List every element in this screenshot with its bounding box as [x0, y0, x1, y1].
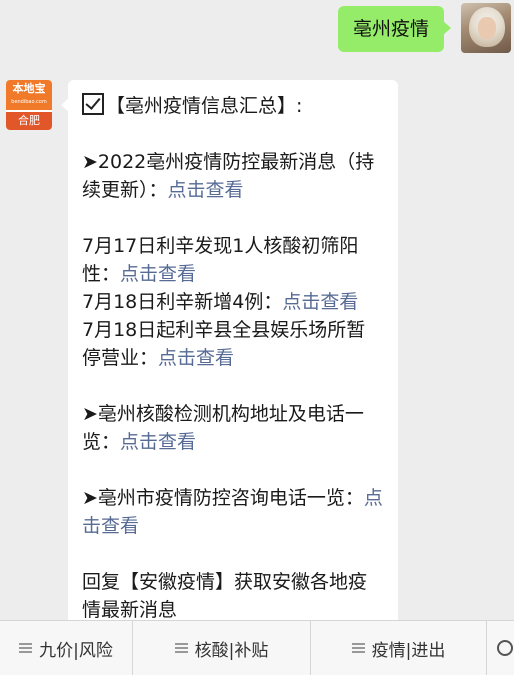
check-box-icon: [82, 93, 104, 115]
list-item: ➤亳州市疫情防控咨询电话一览：点击查看: [82, 487, 383, 537]
view-link[interactable]: 点击查看: [120, 263, 196, 285]
menu-item-epidemic-travel[interactable]: 疫情|进出: [311, 621, 487, 675]
news-item: 7月17日利辛发现1人核酸初筛阳性：点击查看: [82, 235, 359, 285]
outgoing-message[interactable]: 亳州疫情: [337, 6, 452, 52]
list-item: ➤2022亳州疫情防控最新消息（持续更新）：点击查看: [82, 151, 375, 201]
news-item: 7月18日起利辛县全县娱乐场所暂停营业：点击查看: [82, 319, 366, 369]
menu-lines-icon: [19, 643, 33, 653]
news-item: 7月18日利辛新增4例：点击查看: [82, 291, 359, 313]
bot-brand-logo: 本地宝 bendibao.com: [6, 80, 52, 110]
bot-city-label: 合肥: [6, 112, 52, 130]
menu-lines-icon: [351, 643, 365, 653]
view-link[interactable]: 点击查看: [158, 347, 234, 369]
list-item: ➤亳州核酸检测机构地址及电话一览：点击查看: [82, 403, 364, 453]
view-link[interactable]: 点击查看: [120, 431, 196, 453]
card-footer: 回复【安徽疫情】获取安徽各地疫情最新消息: [82, 571, 368, 620]
card-header: 【亳州疫情信息汇总】:: [82, 92, 384, 120]
chat-area: 亳州疫情 本地宝 bendibao.com 合肥 【亳州疫情信息汇总】: ➤20…: [0, 0, 514, 620]
bottom-menu-bar: 九价|风险 核酸|补贴 疫情|进出: [0, 620, 514, 675]
keyboard-toggle-button[interactable]: [487, 621, 514, 675]
view-link[interactable]: 点击查看: [282, 291, 358, 313]
outgoing-message-text: 亳州疫情: [352, 18, 429, 40]
keyboard-toggle-icon: [497, 640, 513, 656]
menu-item-vaccine-risk[interactable]: 九价|风险: [0, 621, 133, 675]
incoming-message-card: 【亳州疫情信息汇总】: ➤2022亳州疫情防控最新消息（持续更新）：点击查看 7…: [61, 80, 398, 620]
view-link[interactable]: 点击查看: [168, 179, 244, 201]
user-avatar[interactable]: [461, 3, 511, 53]
menu-item-nucleic-subsidy[interactable]: 核酸|补贴: [133, 621, 311, 675]
bot-avatar[interactable]: 本地宝 bendibao.com 合肥: [6, 80, 52, 130]
menu-lines-icon: [174, 643, 188, 653]
